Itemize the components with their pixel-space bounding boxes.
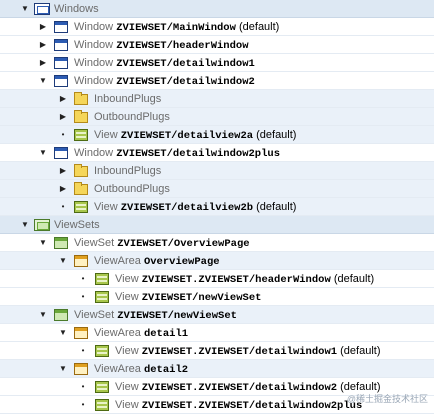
expand-icon[interactable]: ▶ [38, 54, 48, 72]
view-icon [95, 381, 109, 393]
node-label: InboundPlugs [94, 165, 162, 177]
collapse-icon[interactable]: ▼ [58, 252, 68, 270]
node-label: View ZVIEWSET.ZVIEWSET/detailwindow2 (de… [115, 381, 381, 394]
tree-node-viewarea[interactable]: ▼ ViewArea OverviewPage [0, 252, 434, 270]
collapse-icon[interactable]: ▼ [20, 216, 30, 234]
tree-node-inbound-plugs[interactable]: ▶ InboundPlugs [0, 162, 434, 180]
leaf-bullet-icon: • [81, 274, 85, 283]
leaf-bullet-icon: • [81, 292, 85, 301]
tree-node-outbound-plugs[interactable]: ▶ OutboundPlugs [0, 180, 434, 198]
tree-node-viewset[interactable]: ▼ ViewSet ZVIEWSET/OverviewPage [0, 234, 434, 252]
tree-node-window[interactable]: ▼ Window ZVIEWSET/detailwindow2plus [0, 144, 434, 162]
tree-node-view[interactable]: • View ZVIEWSET/detailview2a (default) [0, 126, 434, 144]
expand-icon[interactable]: ▶ [58, 180, 68, 198]
expand-icon[interactable]: ▶ [38, 36, 48, 54]
viewarea-icon [74, 327, 88, 339]
window-icon [54, 147, 68, 159]
node-label: ViewArea OverviewPage [94, 255, 220, 268]
viewarea-icon [74, 255, 88, 267]
collapse-icon[interactable]: ▼ [38, 144, 48, 162]
component-tree: ▼ Windows ▶ Window ZVIEWSET/MainWindow (… [0, 0, 434, 414]
watermark: @稀土掘金技术社区 [346, 394, 428, 404]
folder-icon [74, 164, 88, 177]
node-label: ViewSet ZVIEWSET/OverviewPage [74, 237, 250, 250]
viewset-icon [54, 237, 68, 249]
viewsets-folder-icon [34, 219, 50, 231]
node-label: Window ZVIEWSET/detailwindow2 [74, 75, 255, 88]
node-label: View ZVIEWSET/newViewSet [115, 291, 262, 304]
expand-icon[interactable]: ▶ [58, 108, 68, 126]
expand-icon[interactable]: ▶ [58, 90, 68, 108]
tree-node-inbound-plugs[interactable]: ▶ InboundPlugs [0, 90, 434, 108]
node-label: View ZVIEWSET/detailview2b (default) [94, 201, 297, 214]
node-label: OutboundPlugs [94, 111, 170, 123]
node-label: Window ZVIEWSET/headerWindow [74, 39, 249, 52]
collapse-icon[interactable]: ▼ [20, 0, 30, 18]
node-label: ViewSet ZVIEWSET/newViewSet [74, 309, 237, 322]
tree-node-window[interactable]: ▶ Window ZVIEWSET/detailwindow1 [0, 54, 434, 72]
tree-node-viewset[interactable]: ▼ ViewSet ZVIEWSET/newViewSet [0, 306, 434, 324]
node-label: View ZVIEWSET.ZVIEWSET/detailwindow2plus [115, 399, 363, 412]
tree-node-outbound-plugs[interactable]: ▶ OutboundPlugs [0, 108, 434, 126]
collapse-icon[interactable]: ▼ [38, 306, 48, 324]
node-label: View ZVIEWSET.ZVIEWSET/detailwindow1 (de… [115, 345, 381, 358]
leaf-bullet-icon: • [61, 202, 65, 211]
leaf-bullet-icon: • [81, 382, 85, 391]
collapse-icon[interactable]: ▼ [38, 72, 48, 90]
view-icon [95, 291, 109, 303]
view-icon [74, 201, 88, 213]
node-label: View ZVIEWSET/detailview2a (default) [94, 129, 297, 142]
collapse-icon[interactable]: ▼ [38, 234, 48, 252]
windows-folder-icon [34, 3, 50, 15]
tree-node-view[interactable]: • View ZVIEWSET.ZVIEWSET/headerWindow (d… [0, 270, 434, 288]
leaf-bullet-icon: • [61, 130, 65, 139]
leaf-bullet-icon: • [81, 346, 85, 355]
view-icon [95, 345, 109, 357]
collapse-icon[interactable]: ▼ [58, 324, 68, 342]
node-label: Window ZVIEWSET/detailwindow1 [74, 57, 255, 70]
tree-node-windows[interactable]: ▼ Windows [0, 0, 434, 18]
tree-node-view[interactable]: • View ZVIEWSET/newViewSet [0, 288, 434, 306]
collapse-icon[interactable]: ▼ [58, 360, 68, 378]
tree-node-window[interactable]: ▼ Window ZVIEWSET/detailwindow2 [0, 72, 434, 90]
view-icon [95, 273, 109, 285]
node-label: OutboundPlugs [94, 183, 170, 195]
tree-node-view[interactable]: • View ZVIEWSET.ZVIEWSET/detailwindow1 (… [0, 342, 434, 360]
window-icon [54, 39, 68, 51]
viewarea-icon [74, 363, 88, 375]
node-label: ViewSets [54, 219, 100, 231]
tree-node-viewarea[interactable]: ▼ ViewArea detail1 [0, 324, 434, 342]
folder-icon [74, 110, 88, 123]
node-label: Window ZVIEWSET/MainWindow (default) [74, 21, 280, 34]
view-icon [95, 399, 109, 411]
node-label: InboundPlugs [94, 93, 162, 105]
folder-icon [74, 92, 88, 105]
node-label: Windows [54, 3, 99, 15]
viewset-icon [54, 309, 68, 321]
window-icon [54, 75, 68, 87]
node-label: Window ZVIEWSET/detailwindow2plus [74, 147, 281, 160]
tree-node-window[interactable]: ▶ Window ZVIEWSET/MainWindow (default) [0, 18, 434, 36]
node-label: View ZVIEWSET.ZVIEWSET/headerWindow (def… [115, 273, 375, 286]
window-icon [54, 57, 68, 69]
node-label: ViewArea detail1 [94, 327, 189, 340]
tree-node-window[interactable]: ▶ Window ZVIEWSET/headerWindow [0, 36, 434, 54]
leaf-bullet-icon: • [81, 400, 85, 409]
folder-icon [74, 182, 88, 195]
view-icon [74, 129, 88, 141]
tree-node-viewsets[interactable]: ▼ ViewSets [0, 216, 434, 234]
node-label: ViewArea detail2 [94, 363, 189, 376]
tree-node-viewarea[interactable]: ▼ ViewArea detail2 [0, 360, 434, 378]
tree-node-view[interactable]: • View ZVIEWSET/detailview2b (default) [0, 198, 434, 216]
expand-icon[interactable]: ▶ [58, 162, 68, 180]
window-icon [54, 21, 68, 33]
expand-icon[interactable]: ▶ [38, 18, 48, 36]
